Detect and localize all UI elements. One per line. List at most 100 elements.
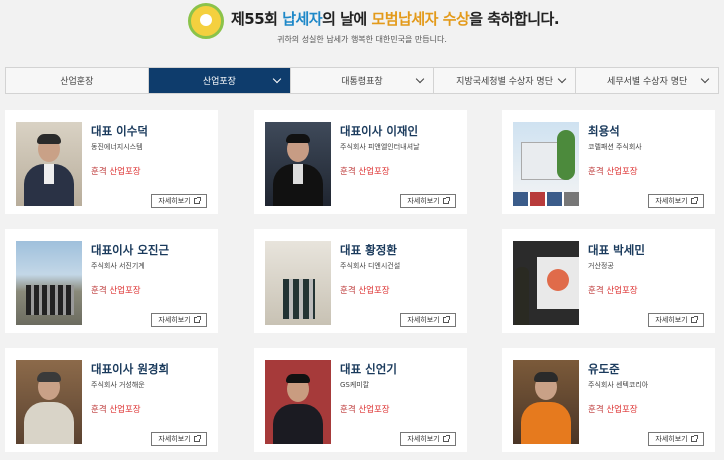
title-prefix: 제55회 xyxy=(231,10,283,28)
chevron-down-icon xyxy=(700,74,710,84)
detail-button-label: 자세히보기 xyxy=(655,316,688,324)
awardee-name: 최용석 xyxy=(588,124,620,138)
detail-button[interactable]: 자세히보기 xyxy=(151,432,207,446)
awardee-company: 동진에너지시스템 xyxy=(91,143,143,151)
awardee-photo xyxy=(265,122,331,206)
awardee-name: 대표이사 오진근 xyxy=(91,243,170,257)
detail-button-label: 자세히보기 xyxy=(407,197,440,205)
award-line: 훈격 산업포장 xyxy=(340,165,390,177)
detail-button-label: 자세히보기 xyxy=(158,435,191,443)
award-grade-label: 훈격 xyxy=(588,286,604,296)
detail-button[interactable]: 자세히보기 xyxy=(400,432,456,446)
external-link-icon xyxy=(690,316,698,323)
external-link-icon xyxy=(193,197,201,204)
external-link-icon xyxy=(193,316,201,323)
awardee-company: GS케미칼 xyxy=(340,381,370,389)
awardee-name: 대표 박세민 xyxy=(588,243,645,257)
detail-button-label: 자세히보기 xyxy=(655,435,688,443)
awardee-photo xyxy=(513,122,579,206)
tab-industrial-medal[interactable]: 산업훈장 xyxy=(6,68,149,93)
award-line: 훈격 산업포장 xyxy=(588,284,638,296)
page-title: 제55회 납세자의 날에 모범납세자 수상을 축하합니다. xyxy=(231,8,560,29)
award-grade-label: 훈격 xyxy=(340,286,356,296)
tab-tax-office-list[interactable]: 세무서별 수상자 명단 xyxy=(576,68,718,93)
chevron-down-icon xyxy=(272,74,282,84)
detail-button[interactable]: 자세히보기 xyxy=(151,194,207,208)
awardee-card: 최용석 코렐패션 주식회사 훈격 산업포장 자세히보기 xyxy=(502,110,715,214)
detail-button[interactable]: 자세히보기 xyxy=(400,313,456,327)
award-tabs: 산업훈장 산업포장 대통령표창 지방국세청별 수상자 명단 세무서별 수상자 명… xyxy=(5,67,719,94)
awardee-name: 대표 이수덕 xyxy=(91,124,148,138)
page-subtitle: 귀하의 성실한 납세가 행복한 대한민국을 만듭니다. xyxy=(277,35,447,44)
external-link-icon xyxy=(690,435,698,442)
awardee-company: 코렐패션 주식회사 xyxy=(588,143,642,151)
award-grade-label: 훈격 xyxy=(588,405,604,415)
detail-button[interactable]: 자세히보기 xyxy=(648,194,704,208)
external-link-icon xyxy=(442,197,450,204)
tab-label: 지방국세청별 수상자 명단 xyxy=(456,77,553,87)
awardee-card: 대표 이수덕 동진에너지시스템 훈격 산업포장 자세히보기 xyxy=(5,110,218,214)
tab-label: 세무서별 수상자 명단 xyxy=(607,77,688,87)
awardee-card: 대표이사 원경희 주식회사 거성해운 훈격 산업포장 자세히보기 xyxy=(5,348,218,452)
title-middle: 의 날에 xyxy=(322,10,372,28)
award-type: 산업포장 xyxy=(358,405,390,415)
award-line: 훈격 산업포장 xyxy=(340,284,390,296)
awardee-card: 대표이사 이재인 주식회사 피앤엘인터내셔날 훈격 산업포장 자세히보기 xyxy=(254,110,467,214)
awardee-card: 유도준 주식회사 센텍코리아 훈격 산업포장 자세히보기 xyxy=(502,348,715,452)
awardee-name: 대표이사 이재인 xyxy=(340,124,419,138)
award-grade-label: 훈격 xyxy=(91,405,107,415)
awardee-photo xyxy=(513,360,579,444)
awardee-photo xyxy=(16,360,82,444)
award-type: 산업포장 xyxy=(606,405,638,415)
chevron-down-icon xyxy=(415,74,425,84)
awardee-company: 주식회사 거성해운 xyxy=(91,381,145,389)
awardee-name: 대표이사 원경희 xyxy=(91,362,170,376)
awardee-photo xyxy=(265,241,331,325)
title-suffix: 을 축하합니다. xyxy=(469,10,560,28)
awardee-photo xyxy=(16,122,82,206)
detail-button-label: 자세히보기 xyxy=(158,197,191,205)
awardee-name: 유도준 xyxy=(588,362,620,376)
awardee-name: 대표 황정환 xyxy=(340,243,397,257)
award-grade-label: 훈격 xyxy=(588,167,604,177)
chevron-down-icon xyxy=(558,74,567,84)
external-link-icon xyxy=(442,435,450,442)
award-type: 산업포장 xyxy=(358,286,390,296)
award-grade-label: 훈격 xyxy=(91,286,107,296)
detail-button[interactable]: 자세히보기 xyxy=(151,313,207,327)
awardee-company: 주식회사 피앤엘인터내셔날 xyxy=(340,143,420,151)
award-type: 산업포장 xyxy=(109,167,141,177)
awardee-name: 대표 신언기 xyxy=(340,362,397,376)
page-header: 제55회 납세자의 날에 모범납세자 수상을 축하합니다. 귀하의 성실한 납세… xyxy=(0,0,724,66)
tab-label: 대통령표창 xyxy=(341,77,383,87)
detail-button[interactable]: 자세히보기 xyxy=(648,432,704,446)
detail-button-label: 자세히보기 xyxy=(407,316,440,324)
award-type: 산업포장 xyxy=(109,405,141,415)
awardee-card: 대표 신언기 GS케미칼 훈격 산업포장 자세히보기 xyxy=(254,348,467,452)
award-line: 훈격 산업포장 xyxy=(91,284,141,296)
award-grade-label: 훈격 xyxy=(340,167,356,177)
award-line: 훈격 산업포장 xyxy=(340,403,390,415)
awardee-card: 대표 박세민 거산정공 훈격 산업포장 자세히보기 xyxy=(502,229,715,333)
title-highlight-taxpayer: 납세자 xyxy=(282,10,323,28)
external-link-icon xyxy=(690,197,698,204)
awardee-company: 주식회사 센텍코리아 xyxy=(588,381,649,389)
award-type: 산업포장 xyxy=(109,286,141,296)
tab-industrial-service-medal[interactable]: 산업포장 xyxy=(148,68,292,93)
award-grade-label: 훈격 xyxy=(340,405,356,415)
awardee-photo xyxy=(513,241,579,325)
award-line: 훈격 산업포장 xyxy=(588,403,638,415)
awardee-photo xyxy=(265,360,331,444)
tab-regional-list[interactable]: 지방국세청별 수상자 명단 xyxy=(434,68,577,93)
awardee-photo xyxy=(16,241,82,325)
external-link-icon xyxy=(193,435,201,442)
award-line: 훈격 산업포장 xyxy=(91,403,141,415)
awardee-company: 주식회사 디엔시건설 xyxy=(340,262,401,270)
detail-button[interactable]: 자세히보기 xyxy=(648,313,704,327)
award-type: 산업포장 xyxy=(606,167,638,177)
tab-label: 산업훈장 xyxy=(60,77,94,87)
awardee-company: 주식회사 서진기계 xyxy=(91,262,145,270)
detail-button[interactable]: 자세히보기 xyxy=(400,194,456,208)
tab-presidential-citation[interactable]: 대통령표창 xyxy=(291,68,434,93)
award-line: 훈격 산업포장 xyxy=(588,165,638,177)
